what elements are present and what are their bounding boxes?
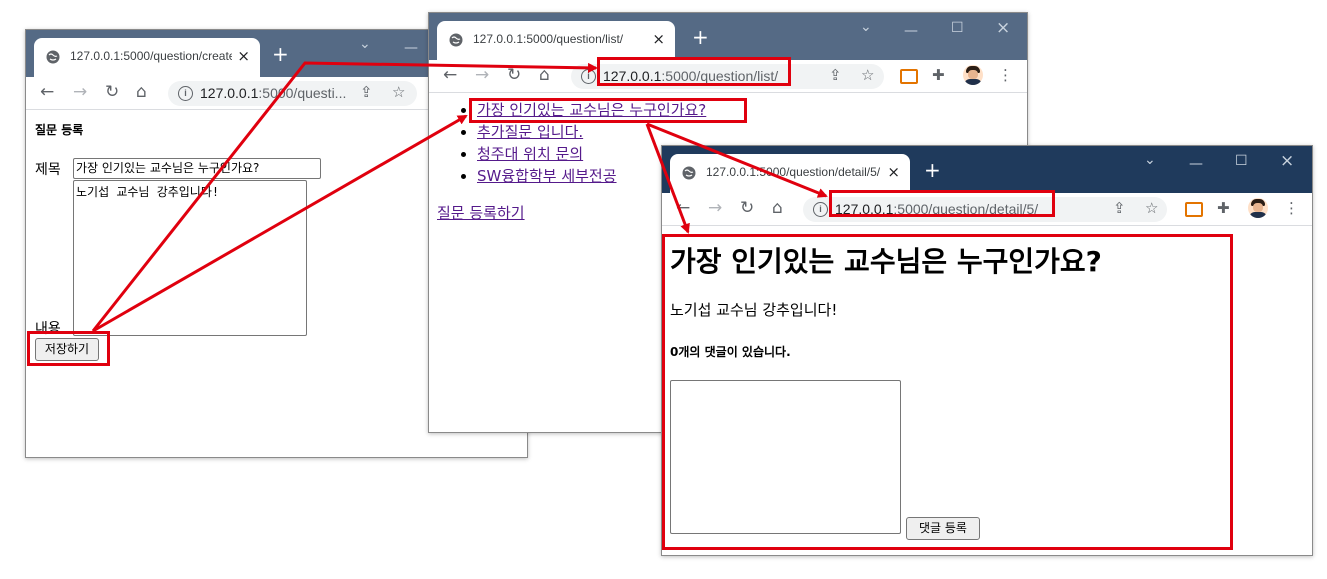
- question-link[interactable]: 추가질문 입니다.: [477, 123, 583, 141]
- maximize-icon[interactable]: ☐: [951, 20, 964, 36]
- info-icon[interactable]: i: [581, 69, 596, 84]
- close-tab-icon[interactable]: ×: [237, 47, 250, 65]
- share-icon[interactable]: ⇪: [829, 67, 842, 83]
- star-icon[interactable]: ☆: [861, 67, 874, 83]
- browser-tab[interactable]: 127.0.0.1:5000/question/create ×: [34, 38, 260, 77]
- info-icon[interactable]: i: [813, 202, 828, 217]
- share-icon[interactable]: ⇪: [1113, 200, 1126, 216]
- tab-title: 127.0.0.1:5000/question/detail/5/: [706, 165, 881, 179]
- maximize-icon[interactable]: ☐: [1235, 153, 1248, 169]
- question-link[interactable]: SW융합학부 세부전공: [477, 167, 617, 185]
- back-icon[interactable]: ←: [443, 66, 457, 84]
- cast-icon[interactable]: [1185, 202, 1203, 217]
- register-question-link[interactable]: 질문 등록하기: [437, 202, 525, 223]
- address-url: 127.0.0.1:5000/questi...: [200, 85, 347, 101]
- close-tab-icon[interactable]: ×: [887, 163, 900, 181]
- chevron-down-icon[interactable]: ⌄: [1144, 152, 1156, 168]
- annotation-box-first-question: [469, 98, 747, 123]
- close-window-icon[interactable]: ×: [1280, 151, 1294, 171]
- forward-icon[interactable]: →: [73, 83, 87, 101]
- subject-input[interactable]: 가장 인기있는 교수님은 누구인가요?: [73, 158, 321, 179]
- minimize-icon[interactable]: —: [404, 40, 418, 56]
- title-bar: 127.0.0.1:5000/question/list/ × + ⌄ — ☐ …: [429, 13, 1027, 60]
- info-icon[interactable]: i: [178, 86, 193, 101]
- page-title: 질문 등록: [35, 123, 84, 137]
- reload-icon[interactable]: ↻: [105, 83, 119, 101]
- forward-icon[interactable]: →: [475, 66, 489, 84]
- annotation-box-list-url: [597, 57, 791, 86]
- minimize-icon[interactable]: —: [904, 23, 918, 39]
- home-icon[interactable]: ⌂: [772, 199, 783, 217]
- cast-icon[interactable]: [900, 69, 918, 84]
- title-bar: 127.0.0.1:5000/question/detail/5/ × + ⌄ …: [662, 146, 1312, 193]
- address-bar[interactable]: i 127.0.0.1:5000/questi...: [168, 81, 417, 106]
- subject-label: 제목: [35, 162, 61, 178]
- browser-tab[interactable]: 127.0.0.1:5000/question/list/ ×: [437, 21, 675, 60]
- annotation-box-detail-url: [829, 190, 1055, 217]
- star-icon[interactable]: ☆: [1145, 200, 1158, 216]
- back-icon[interactable]: ←: [676, 199, 690, 217]
- content-textarea[interactable]: 노기섭 교수님 강추입니다!: [73, 180, 307, 336]
- home-icon[interactable]: ⌂: [136, 83, 147, 101]
- close-window-icon[interactable]: ×: [996, 18, 1010, 38]
- menu-icon[interactable]: ⋮: [1284, 200, 1299, 216]
- globe-icon: [46, 50, 60, 64]
- annotation-box-detail-page: [662, 234, 1233, 550]
- new-tab-icon[interactable]: +: [692, 25, 709, 49]
- share-icon[interactable]: ⇪: [360, 84, 373, 100]
- extensions-icon[interactable]: ✚: [932, 67, 945, 83]
- chevron-down-icon[interactable]: ⌄: [860, 19, 872, 35]
- tab-title: 127.0.0.1:5000/question/list/: [473, 32, 624, 46]
- globe-icon: [449, 33, 463, 47]
- list-item: 추가질문 입니다.: [477, 121, 706, 143]
- reload-icon[interactable]: ↻: [740, 199, 754, 217]
- new-tab-icon[interactable]: +: [924, 158, 941, 182]
- star-icon[interactable]: ☆: [392, 84, 405, 100]
- chevron-down-icon[interactable]: ⌄: [359, 36, 371, 52]
- forward-icon[interactable]: →: [708, 199, 722, 217]
- new-tab-icon[interactable]: +: [272, 42, 289, 66]
- minimize-icon[interactable]: —: [1189, 156, 1203, 172]
- extensions-icon[interactable]: ✚: [1217, 200, 1230, 216]
- menu-icon[interactable]: ⋮: [998, 67, 1013, 83]
- back-icon[interactable]: ←: [40, 83, 54, 101]
- avatar[interactable]: [963, 65, 983, 85]
- annotation-box-save: [27, 331, 110, 366]
- globe-icon: [682, 166, 696, 180]
- tab-title: 127.0.0.1:5000/question/create: [70, 49, 232, 63]
- avatar[interactable]: [1248, 198, 1268, 218]
- browser-tab[interactable]: 127.0.0.1:5000/question/detail/5/ ×: [670, 154, 910, 193]
- home-icon[interactable]: ⌂: [539, 66, 550, 84]
- close-tab-icon[interactable]: ×: [652, 30, 665, 48]
- reload-icon[interactable]: ↻: [507, 66, 521, 84]
- question-link[interactable]: 청주대 위치 문의: [477, 145, 583, 163]
